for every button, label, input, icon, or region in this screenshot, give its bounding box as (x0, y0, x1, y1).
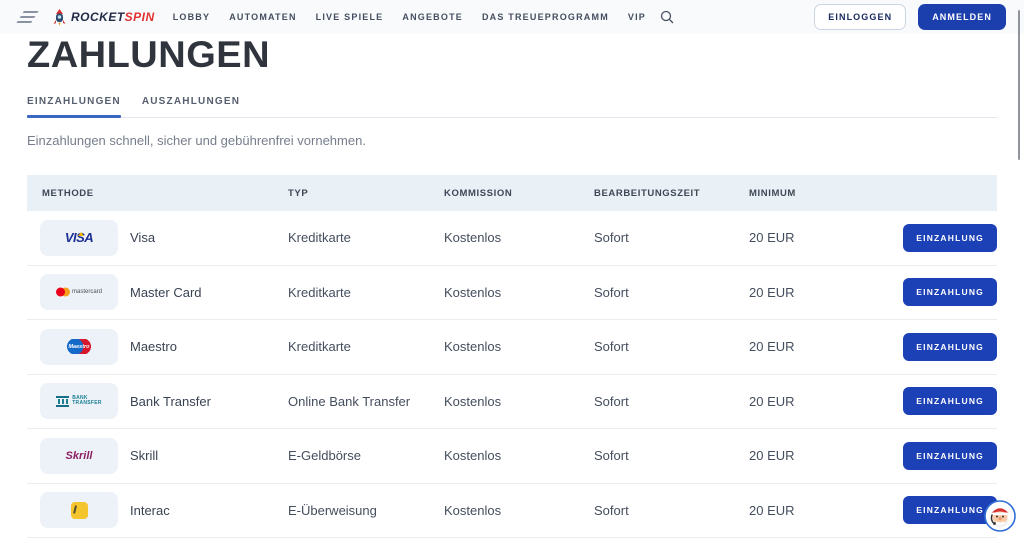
method-cell: Skrill Skrill (27, 438, 288, 474)
tab[interactable]: EINZAHLUNGEN (27, 96, 121, 117)
payment-type: Online Bank Transfer (288, 394, 444, 409)
payment-commission: Kostenlos (444, 394, 594, 409)
payments-table-body: VISA Visa Kreditkarte Kostenlos Sofort 2… (27, 211, 997, 538)
payment-brand-mark: BANK TRANSFER (58, 396, 100, 408)
search-icon[interactable] (660, 10, 674, 24)
payment-brand-mark: Skrill (66, 450, 93, 462)
table-header-row: METHODETYPKOMMISSIONBEARBEITUNGSZEITMINI… (27, 175, 997, 211)
register-button[interactable]: ANMELDEN (918, 4, 1006, 30)
payment-name: Master Card (130, 285, 202, 300)
tab[interactable]: AUSZAHLUNGEN (142, 96, 240, 117)
payment-processing-time: Sofort (594, 285, 749, 300)
table-row: Interac E-Überweisung Kostenlos Sofort 2… (27, 484, 997, 539)
column-header: MINIMUM (749, 188, 867, 199)
payment-name: Bank Transfer (130, 394, 211, 409)
nav-item[interactable]: AUTOMATEN (229, 12, 296, 22)
logo-text: ROCKETSPIN (71, 10, 155, 24)
santa-support-icon (984, 500, 1016, 532)
payment-minimum: 20 EUR (749, 394, 867, 409)
nav-item[interactable]: ANGEBOTE (402, 12, 463, 22)
payment-logo: BANK TRANSFER (40, 383, 118, 419)
payment-minimum: 20 EUR (749, 230, 867, 245)
payment-type: Kreditkarte (288, 339, 444, 354)
page-title: ZAHLUNGEN (27, 37, 997, 74)
payments-table: METHODETYPKOMMISSIONBEARBEITUNGSZEITMINI… (27, 175, 997, 538)
login-button[interactable]: EINLOGGEN (814, 4, 906, 30)
nav-item[interactable]: LOBBY (173, 12, 211, 22)
payment-logo: mastercard (40, 274, 118, 310)
action-cell: EINZAHLUNG (867, 224, 997, 252)
payments-page: ZAHLUNGEN EINZAHLUNGEN AUSZAHLUNGEN Einza… (0, 37, 1024, 538)
column-header: BEARBEITUNGSZEIT (594, 188, 749, 199)
payment-type: Kreditkarte (288, 285, 444, 300)
table-row: Skrill Skrill E-Geldbörse Kostenlos Sofo… (27, 429, 997, 484)
payment-brand-mark (71, 502, 88, 519)
column-header: KOMMISSION (444, 188, 594, 199)
payment-brand-mark: mastercard (56, 289, 102, 295)
method-cell: Interac (27, 492, 288, 528)
table-row: BANK TRANSFER Bank Transfer Online Bank … (27, 375, 997, 430)
payment-name: Skrill (130, 448, 158, 463)
payment-name: Visa (130, 230, 155, 245)
method-cell: Maestro Maestro (27, 329, 288, 365)
payment-processing-time: Sofort (594, 339, 749, 354)
payment-minimum: 20 EUR (749, 339, 867, 354)
method-cell: VISA Visa (27, 220, 288, 256)
deposit-button[interactable]: EINZAHLUNG (903, 442, 997, 470)
payment-name: Interac (130, 503, 170, 518)
table-row: VISA Visa Kreditkarte Kostenlos Sofort 2… (27, 211, 997, 266)
table-row: Maestro Maestro Kreditkarte Kostenlos So… (27, 320, 997, 375)
scrollbar-thumb[interactable] (1018, 10, 1020, 160)
payment-commission: Kostenlos (444, 503, 594, 518)
payment-commission: Kostenlos (444, 285, 594, 300)
payment-processing-time: Sofort (594, 394, 749, 409)
top-bar: ROCKETSPIN LOBBY AUTOMATEN LIVE SPIELE ANGE… (0, 0, 1024, 34)
method-cell: BANK TRANSFER Bank Transfer (27, 383, 288, 419)
rocket-icon (52, 9, 67, 26)
payment-logo: Skrill (40, 438, 118, 474)
nav-item[interactable]: DAS TREUEPROGRAMM (482, 12, 609, 22)
menu-icon[interactable] (14, 8, 43, 26)
table-row: mastercard Master Card Kreditkarte Koste… (27, 266, 997, 321)
deposit-button[interactable]: EINZAHLUNG (903, 496, 997, 524)
payments-tabs: EINZAHLUNGEN AUSZAHLUNGEN (27, 96, 997, 118)
support-chat-widget[interactable] (984, 500, 1016, 532)
payment-commission: Kostenlos (444, 448, 594, 463)
deposit-button[interactable]: EINZAHLUNG (903, 333, 997, 361)
action-cell: EINZAHLUNG (867, 333, 997, 361)
payment-logo (40, 492, 118, 528)
nav-item[interactable]: LIVE SPIELE (316, 12, 384, 22)
nav-item[interactable]: VIP (628, 12, 646, 22)
payment-minimum: 20 EUR (749, 503, 867, 518)
payment-processing-time: Sofort (594, 448, 749, 463)
page-description: Einzahlungen schnell, sicher und gebühre… (27, 133, 997, 148)
deposit-button[interactable]: EINZAHLUNG (903, 224, 997, 252)
action-cell: EINZAHLUNG (867, 387, 997, 415)
column-header: METHODE (27, 188, 288, 199)
method-cell: mastercard Master Card (27, 274, 288, 310)
payment-logo: Maestro (40, 329, 118, 365)
payment-minimum: 20 EUR (749, 285, 867, 300)
action-cell: EINZAHLUNG (867, 442, 997, 470)
site-logo[interactable]: ROCKETSPIN (52, 9, 155, 26)
payment-logo: VISA (40, 220, 118, 256)
payment-commission: Kostenlos (444, 339, 594, 354)
payment-processing-time: Sofort (594, 230, 749, 245)
payment-type: Kreditkarte (288, 230, 444, 245)
main-nav: LOBBY AUTOMATEN LIVE SPIELE ANGEBOTE DAS TRE… (173, 12, 646, 22)
payment-type: E-Überweisung (288, 503, 444, 518)
payment-brand-mark: VISA (65, 230, 93, 245)
action-cell: EINZAHLUNG (867, 278, 997, 306)
deposit-button[interactable]: EINZAHLUNG (903, 278, 997, 306)
auth-buttons: EINLOGGEN ANMELDEN (814, 4, 1006, 30)
deposit-button[interactable]: EINZAHLUNG (903, 387, 997, 415)
action-cell: EINZAHLUNG (867, 496, 997, 524)
payment-processing-time: Sofort (594, 503, 749, 518)
payment-name: Maestro (130, 339, 177, 354)
payment-brand-mark: Maestro (67, 339, 91, 354)
payment-type: E-Geldbörse (288, 448, 444, 463)
payment-minimum: 20 EUR (749, 448, 867, 463)
payment-commission: Kostenlos (444, 230, 594, 245)
column-header: TYP (288, 188, 444, 199)
